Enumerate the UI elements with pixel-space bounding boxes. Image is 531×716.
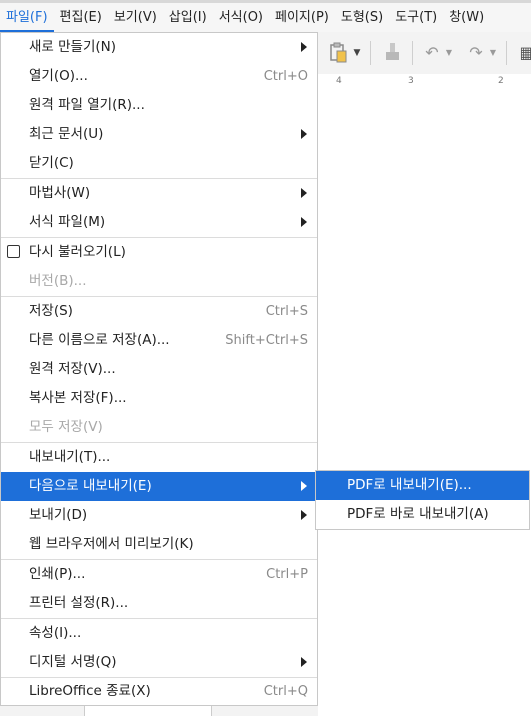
export-as-submenu: PDF로 내보내기(E)... PDF로 바로 내보내기(A) — [315, 470, 530, 530]
menu-file[interactable]: 파일(F) — [0, 3, 54, 32]
menu-item-label: 내보내기(T)... — [29, 449, 111, 465]
menu-item-preview-in-browser[interactable]: 웹 브라우저에서 미리보기(K) — [1, 530, 317, 559]
menu-item-label: 저장(S) — [29, 303, 73, 319]
menu-item-recent-documents[interactable]: 최근 문서(U) — [1, 120, 317, 149]
menu-item-save[interactable]: 저장(S) Ctrl+S — [1, 297, 317, 326]
menu-item-export-pdf[interactable]: PDF로 내보내기(E)... — [316, 471, 529, 500]
ruler-tick: 4 — [336, 76, 342, 86]
menu-window[interactable]: 창(W) — [443, 3, 490, 32]
menu-item-label: 웹 브라우저에서 미리보기(K) — [29, 536, 194, 552]
toolbar-separator — [412, 41, 413, 65]
submenu-arrow-icon — [301, 510, 307, 520]
menu-item-label: 보내기(D) — [29, 507, 88, 523]
menu-item-label: 모두 저장(V) — [29, 419, 103, 435]
menu-item-exit[interactable]: LibreOffice 종료(X) Ctrl+Q — [1, 677, 317, 706]
undo-icon[interactable]: ↶ — [419, 40, 445, 66]
menu-insert[interactable]: 삽입(I) — [163, 3, 213, 32]
shortcut-label: Ctrl+O — [263, 69, 308, 84]
menu-item-label: 속성(I)... — [29, 625, 82, 641]
menu-item-label: 디지털 서명(Q) — [29, 654, 117, 670]
clone-formatting-icon[interactable] — [380, 40, 406, 66]
submenu-arrow-icon — [301, 217, 307, 227]
menu-page[interactable]: 페이지(P) — [269, 3, 335, 32]
toolbar-separator — [506, 41, 507, 65]
menu-item-open[interactable]: 열기(O)... Ctrl+O — [1, 62, 317, 91]
menu-item-label: 다시 불러오기(L) — [29, 244, 126, 260]
toolbar-separator — [370, 41, 371, 65]
menu-item-label: 새로 만들기(N) — [29, 39, 117, 55]
menu-item-label: 프린터 설정(R)... — [29, 595, 129, 611]
menu-item-label: 다른 이름으로 저장(A)... — [29, 332, 170, 348]
menu-bar: 파일(F) 편집(E) 보기(V) 삽입(I) 서식(O) 페이지(P) 도형(… — [0, 0, 531, 32]
shortcut-label: Ctrl+P — [266, 567, 308, 582]
menu-item-templates[interactable]: 서식 파일(M) — [1, 208, 317, 237]
menu-item-label: 서식 파일(M) — [29, 214, 106, 230]
menu-item-label: 마법사(W) — [29, 185, 91, 201]
menu-item-save-all: 모두 저장(V) — [1, 413, 317, 442]
menu-view[interactable]: 보기(V) — [108, 3, 163, 32]
menu-item-printer-settings[interactable]: 프린터 설정(R)... — [1, 589, 317, 618]
menu-item-label: PDF로 바로 내보내기(A) — [347, 506, 489, 522]
checkbox-icon[interactable] — [7, 245, 20, 258]
menu-edit[interactable]: 편집(E) — [54, 3, 108, 32]
menu-item-label: 복사본 저장(F)... — [29, 390, 127, 406]
shortcut-label: Shift+Ctrl+S — [225, 333, 308, 348]
menu-item-reload[interactable]: 다시 불러오기(L) — [1, 238, 317, 267]
menu-item-label: LibreOffice 종료(X) — [29, 683, 151, 699]
redo-dropdown-icon[interactable]: ▼ — [487, 40, 499, 66]
menu-item-label: 원격 파일 열기(R)... — [29, 97, 145, 113]
menu-item-send[interactable]: 보내기(D) — [1, 501, 317, 530]
paste-dropdown-icon[interactable]: ▼ — [351, 40, 363, 66]
menu-item-label: 원격 저장(V)... — [29, 361, 116, 377]
grid-icon[interactable]: ▦ — [514, 40, 531, 66]
menu-item-export-pdf-direct[interactable]: PDF로 바로 내보내기(A) — [316, 500, 529, 529]
page-thumbnail[interactable] — [84, 706, 212, 716]
menu-item-save-copy[interactable]: 복사본 저장(F)... — [1, 384, 317, 413]
menu-item-label: 닫기(C) — [29, 155, 74, 171]
menu-item-close[interactable]: 닫기(C) — [1, 149, 317, 178]
ruler-tick: 2 — [498, 76, 504, 86]
horizontal-ruler: 4 3 2 — [318, 74, 531, 91]
menu-item-label: 다음으로 내보내기(E) — [29, 478, 152, 494]
redo-icon[interactable]: ↷ — [463, 40, 489, 66]
menu-item-print[interactable]: 인쇄(P)... Ctrl+P — [1, 560, 317, 589]
menu-item-save-remote[interactable]: 원격 저장(V)... — [1, 355, 317, 384]
menu-item-new[interactable]: 새로 만들기(N) — [1, 33, 317, 62]
menu-item-save-as[interactable]: 다른 이름으로 저장(A)... Shift+Ctrl+S — [1, 326, 317, 355]
standard-toolbar: ▼ ↶ ▼ ↷ ▼ ▦ — [318, 32, 531, 75]
libreoffice-window: 파일(F) 편집(E) 보기(V) 삽입(I) 서식(O) 페이지(P) 도형(… — [0, 0, 531, 716]
menu-item-label: 버전(B)... — [29, 273, 87, 289]
menu-item-properties[interactable]: 속성(I)... — [1, 619, 317, 648]
submenu-arrow-icon — [301, 129, 307, 139]
file-menu: 새로 만들기(N) 열기(O)... Ctrl+O 원격 파일 열기(R)...… — [0, 32, 318, 706]
menu-item-digital-signatures[interactable]: 디지털 서명(Q) — [1, 648, 317, 677]
menu-item-wizards[interactable]: 마법사(W) — [1, 179, 317, 208]
menu-item-export-as[interactable]: 다음으로 내보내기(E) — [1, 472, 317, 501]
menu-item-label: 인쇄(P)... — [29, 566, 86, 582]
menu-item-label: PDF로 내보내기(E)... — [347, 477, 472, 493]
shortcut-label: Ctrl+S — [265, 304, 308, 319]
menu-item-label: 열기(O)... — [29, 68, 88, 84]
shortcut-label: Ctrl+Q — [263, 684, 308, 699]
menu-item-open-remote[interactable]: 원격 파일 열기(R)... — [1, 91, 317, 120]
submenu-arrow-icon — [301, 188, 307, 198]
menu-tools[interactable]: 도구(T) — [389, 3, 443, 32]
menu-item-versions: 버전(B)... — [1, 267, 317, 296]
menu-format[interactable]: 서식(O) — [213, 3, 269, 32]
undo-dropdown-icon[interactable]: ▼ — [443, 40, 455, 66]
document-canvas[interactable] — [318, 90, 531, 716]
menu-item-export[interactable]: 내보내기(T)... — [1, 443, 317, 472]
ruler-tick: 3 — [408, 76, 414, 86]
menu-item-label: 최근 문서(U) — [29, 126, 104, 142]
paste-icon[interactable] — [326, 40, 352, 66]
submenu-arrow-icon — [301, 657, 307, 667]
menu-shape[interactable]: 도형(S) — [335, 3, 389, 32]
submenu-arrow-icon — [301, 42, 307, 52]
submenu-arrow-icon — [301, 481, 307, 491]
